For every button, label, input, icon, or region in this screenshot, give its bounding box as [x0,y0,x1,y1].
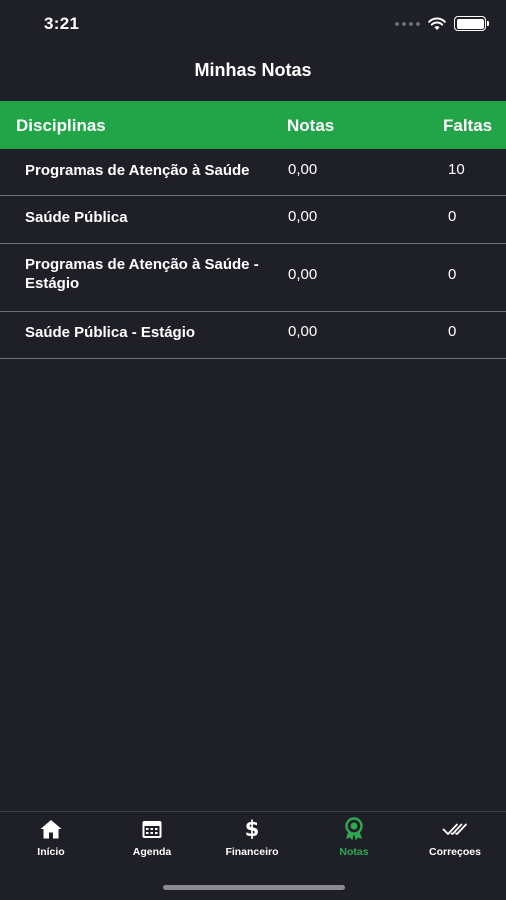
column-header-disciplinas: Disciplinas [16,116,106,135]
tab-label: Agenda [132,846,172,858]
cell-faltas: 10 [448,161,465,178]
tab-label: Financeiro [225,846,279,858]
table-header: Disciplinas Notas Faltas [0,101,506,149]
calendar-icon [142,821,162,838]
cell-faltas: 0 [448,323,457,340]
tab-label: Notas [339,846,369,858]
status-icons [395,16,489,31]
column-header-faltas: Faltas [443,116,493,135]
table-row[interactable]: Programas de Atenção à Saúde 0,00 10 [0,149,506,196]
cell-disciplina: Programas de Atenção à Saúde [25,162,250,179]
cell-nota: 0,00 [288,208,318,225]
signal-icon [395,21,420,26]
wifi-icon [428,17,446,30]
cell-faltas: 0 [448,266,457,283]
cell-disciplina: Programas de Atenção à Saúde - Estágio [25,256,259,292]
cell-disciplina: Saúde Pública - Estágio [25,324,196,341]
cell-nota: 0,00 [288,323,318,340]
page-title: Minhas Notas [194,60,312,80]
cell-disciplina: Saúde Pública [25,209,128,226]
table-row[interactable]: Saúde Pública 0,00 0 [0,196,506,244]
tab-label: Início [37,846,65,858]
status-bar: 3:21 [0,0,506,50]
cell-nota: 0,00 [288,161,318,178]
double-check-icon [442,823,467,835]
status-time: 3:21 [44,14,80,33]
cell-faltas: 0 [448,208,457,225]
tab-financeiro[interactable]: $ Financeiro [202,816,302,858]
grades-table: Programas de Atenção à Saúde 0,00 10 Saú… [0,149,506,359]
tab-agenda[interactable]: Agenda [102,816,202,858]
award-icon [345,817,363,841]
tab-label: Correçoes [429,846,481,858]
table-row[interactable]: Saúde Pública - Estágio 0,00 0 [0,312,506,359]
dollar-icon: $ [244,817,260,841]
tab-correcoes[interactable]: Correçoes [405,816,505,858]
cell-nota: 0,00 [288,266,318,283]
tab-notas[interactable]: Notas [304,816,404,858]
home-indicator[interactable] [163,885,345,890]
battery-icon [454,16,489,31]
home-icon [40,820,62,839]
tab-inicio[interactable]: Início [1,816,101,858]
column-header-notas: Notas [287,116,335,135]
table-row[interactable]: Programas de Atenção à Saúde - Estágio 0… [0,244,506,312]
